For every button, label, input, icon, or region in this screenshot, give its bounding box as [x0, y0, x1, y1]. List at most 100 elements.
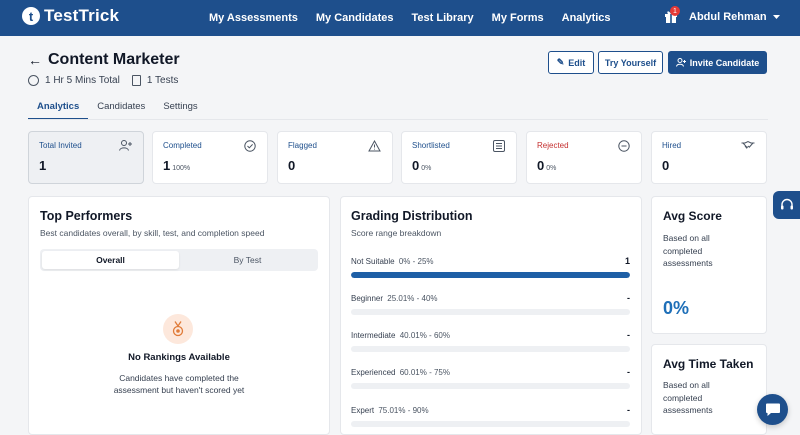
tab-candidates[interactable]: Candidates — [88, 98, 154, 120]
stat-percent: 0% — [421, 165, 432, 172]
nav-my-forms[interactable]: My Forms — [483, 12, 553, 24]
grade-bar — [351, 421, 630, 427]
grade-bar-fill — [351, 272, 630, 278]
stat-label: Rejected — [537, 141, 569, 150]
main-nav: My Assessments My Candidates Test Librar… — [200, 0, 620, 36]
invite-candidate-button[interactable]: Invite Candidate — [668, 51, 767, 74]
tests-count-text: 1 Tests — [146, 75, 179, 86]
stat-card-flagged[interactable]: Flagged 0 — [277, 131, 393, 184]
stat-label: Shortlisted — [412, 141, 450, 150]
list-icon — [493, 140, 505, 152]
clock-icon — [28, 75, 39, 86]
chat-button[interactable] — [757, 394, 788, 425]
stat-card-rejected[interactable]: Rejected 0 0% — [526, 131, 642, 184]
edit-button[interactable]: ✎ Edit — [548, 51, 594, 74]
medal-graphic — [172, 321, 184, 337]
grade-name: Beginner 25.01% - 40% — [351, 294, 438, 303]
segment-by-test[interactable]: By Test — [179, 251, 316, 269]
grade-bar — [351, 309, 630, 315]
stat-value: 1 100% — [163, 158, 190, 173]
grade-label: Beginner — [351, 294, 384, 303]
notification-badge: 1 — [670, 6, 680, 16]
grade-name: Intermediate 40.01% - 60% — [351, 331, 450, 340]
grade-label: Experienced — [351, 368, 396, 377]
assessment-title: Content Marketer — [48, 51, 180, 68]
check-circle-icon — [244, 140, 256, 152]
user-menu[interactable]: Abdul Rehman — [689, 11, 780, 23]
avg-score-title: Avg Score — [663, 209, 722, 223]
tab-analytics[interactable]: Analytics — [28, 98, 89, 120]
avg-score-value: 0% — [663, 298, 690, 318]
grade-bar — [351, 272, 630, 278]
stat-card-total-invited[interactable]: Total Invited 1 — [28, 131, 144, 184]
stat-number: 0 — [288, 158, 296, 173]
nav-test-library[interactable]: Test Library — [403, 12, 483, 24]
avg-score-text: Based on all completed assessments — [663, 233, 713, 268]
try-yourself-label: Try Yourself — [604, 57, 657, 68]
invite-candidate-label: Invite Candidate — [689, 57, 760, 68]
stat-number: 1 — [163, 158, 171, 173]
headset-icon — [780, 198, 793, 210]
avg-time-text: Based on all completed assessments — [663, 380, 713, 415]
top-performers-title: Top Performers — [40, 209, 133, 223]
performers-segmented-control: Overall By Test — [40, 249, 318, 271]
grade-range: 75.01% - 90% — [378, 406, 429, 415]
try-yourself-button[interactable]: Try Yourself — [598, 51, 663, 74]
minus-circle-icon — [618, 140, 630, 152]
grade-label: Intermediate — [351, 331, 396, 340]
grade-range: 25.01% - 40% — [387, 294, 438, 303]
grade-label: Not Suitable — [351, 257, 395, 266]
top-performers-subtitle: Best candidates overall, by skill, test,… — [40, 228, 265, 238]
stat-number: 1 — [39, 158, 47, 173]
grade-count: 1 — [624, 256, 630, 266]
pencil-icon: ✎ — [556, 57, 565, 67]
stat-number: 0 — [412, 158, 420, 173]
assessment-meta: 1 Hr 5 Mins Total 1 Tests — [28, 75, 178, 86]
segment-overall[interactable]: Overall — [42, 251, 179, 269]
back-arrow-icon[interactable]: ← — [28, 52, 42, 68]
stat-number: 0 — [662, 158, 670, 173]
grade-range: 0% - 25% — [398, 257, 434, 266]
stat-value: 1 — [39, 158, 46, 173]
nav-analytics[interactable]: Analytics — [553, 12, 620, 24]
avg-time-title: Avg Time Taken — [663, 357, 754, 371]
brand-name: TestTrick — [44, 6, 120, 25]
medal-icon — [163, 314, 193, 344]
logo-mark: t — [22, 7, 40, 25]
stat-card-completed[interactable]: Completed 1 100% — [152, 131, 268, 184]
page-title: ← Content Marketer — [28, 51, 180, 69]
grade-count: - — [627, 293, 630, 303]
handshake-icon — [741, 140, 755, 149]
grade-range: 60.01% - 75% — [399, 368, 450, 377]
user-plus-icon — [675, 58, 686, 67]
grade-name: Experienced 60.01% - 75% — [351, 368, 450, 377]
grade-bar — [351, 383, 630, 389]
add-user-icon — [119, 140, 132, 151]
grade-name: Expert 75.01% - 90% — [351, 406, 429, 415]
stat-card-hired[interactable]: Hired 0 — [651, 131, 767, 184]
grading-title: Grading Distribution — [351, 209, 473, 223]
page-tabs: Analytics Candidates Settings — [28, 98, 207, 120]
chat-icon — [765, 403, 780, 416]
document-icon — [131, 75, 141, 86]
stat-card-shortlisted[interactable]: Shortlisted 0 0% — [401, 131, 517, 184]
grade-name: Not Suitable 0% - 25% — [351, 257, 434, 266]
tabs-divider — [28, 119, 768, 120]
nav-my-assessments[interactable]: My Assessments — [200, 12, 307, 24]
brand-logo[interactable]: t TestTrick — [22, 6, 119, 26]
stat-value: 0 0% — [537, 158, 556, 173]
support-widget[interactable] — [773, 191, 800, 219]
user-name: Abdul Rehman — [689, 11, 767, 23]
stat-value: 0 — [662, 158, 669, 173]
grade-bar — [351, 346, 630, 352]
tab-settings[interactable]: Settings — [154, 98, 206, 120]
grade-label: Expert — [351, 406, 375, 415]
stat-percent: 100% — [172, 165, 191, 172]
nav-my-candidates[interactable]: My Candidates — [307, 12, 403, 24]
stat-number: 0 — [537, 158, 545, 173]
duration-text: 1 Hr 5 Mins Total — [45, 75, 120, 86]
stat-value: 0 — [288, 158, 295, 173]
grading-subtitle: Score range breakdown — [351, 228, 442, 238]
stat-label: Completed — [163, 141, 202, 150]
top-navbar: t TestTrick My Assessments My Candidates… — [0, 0, 800, 36]
